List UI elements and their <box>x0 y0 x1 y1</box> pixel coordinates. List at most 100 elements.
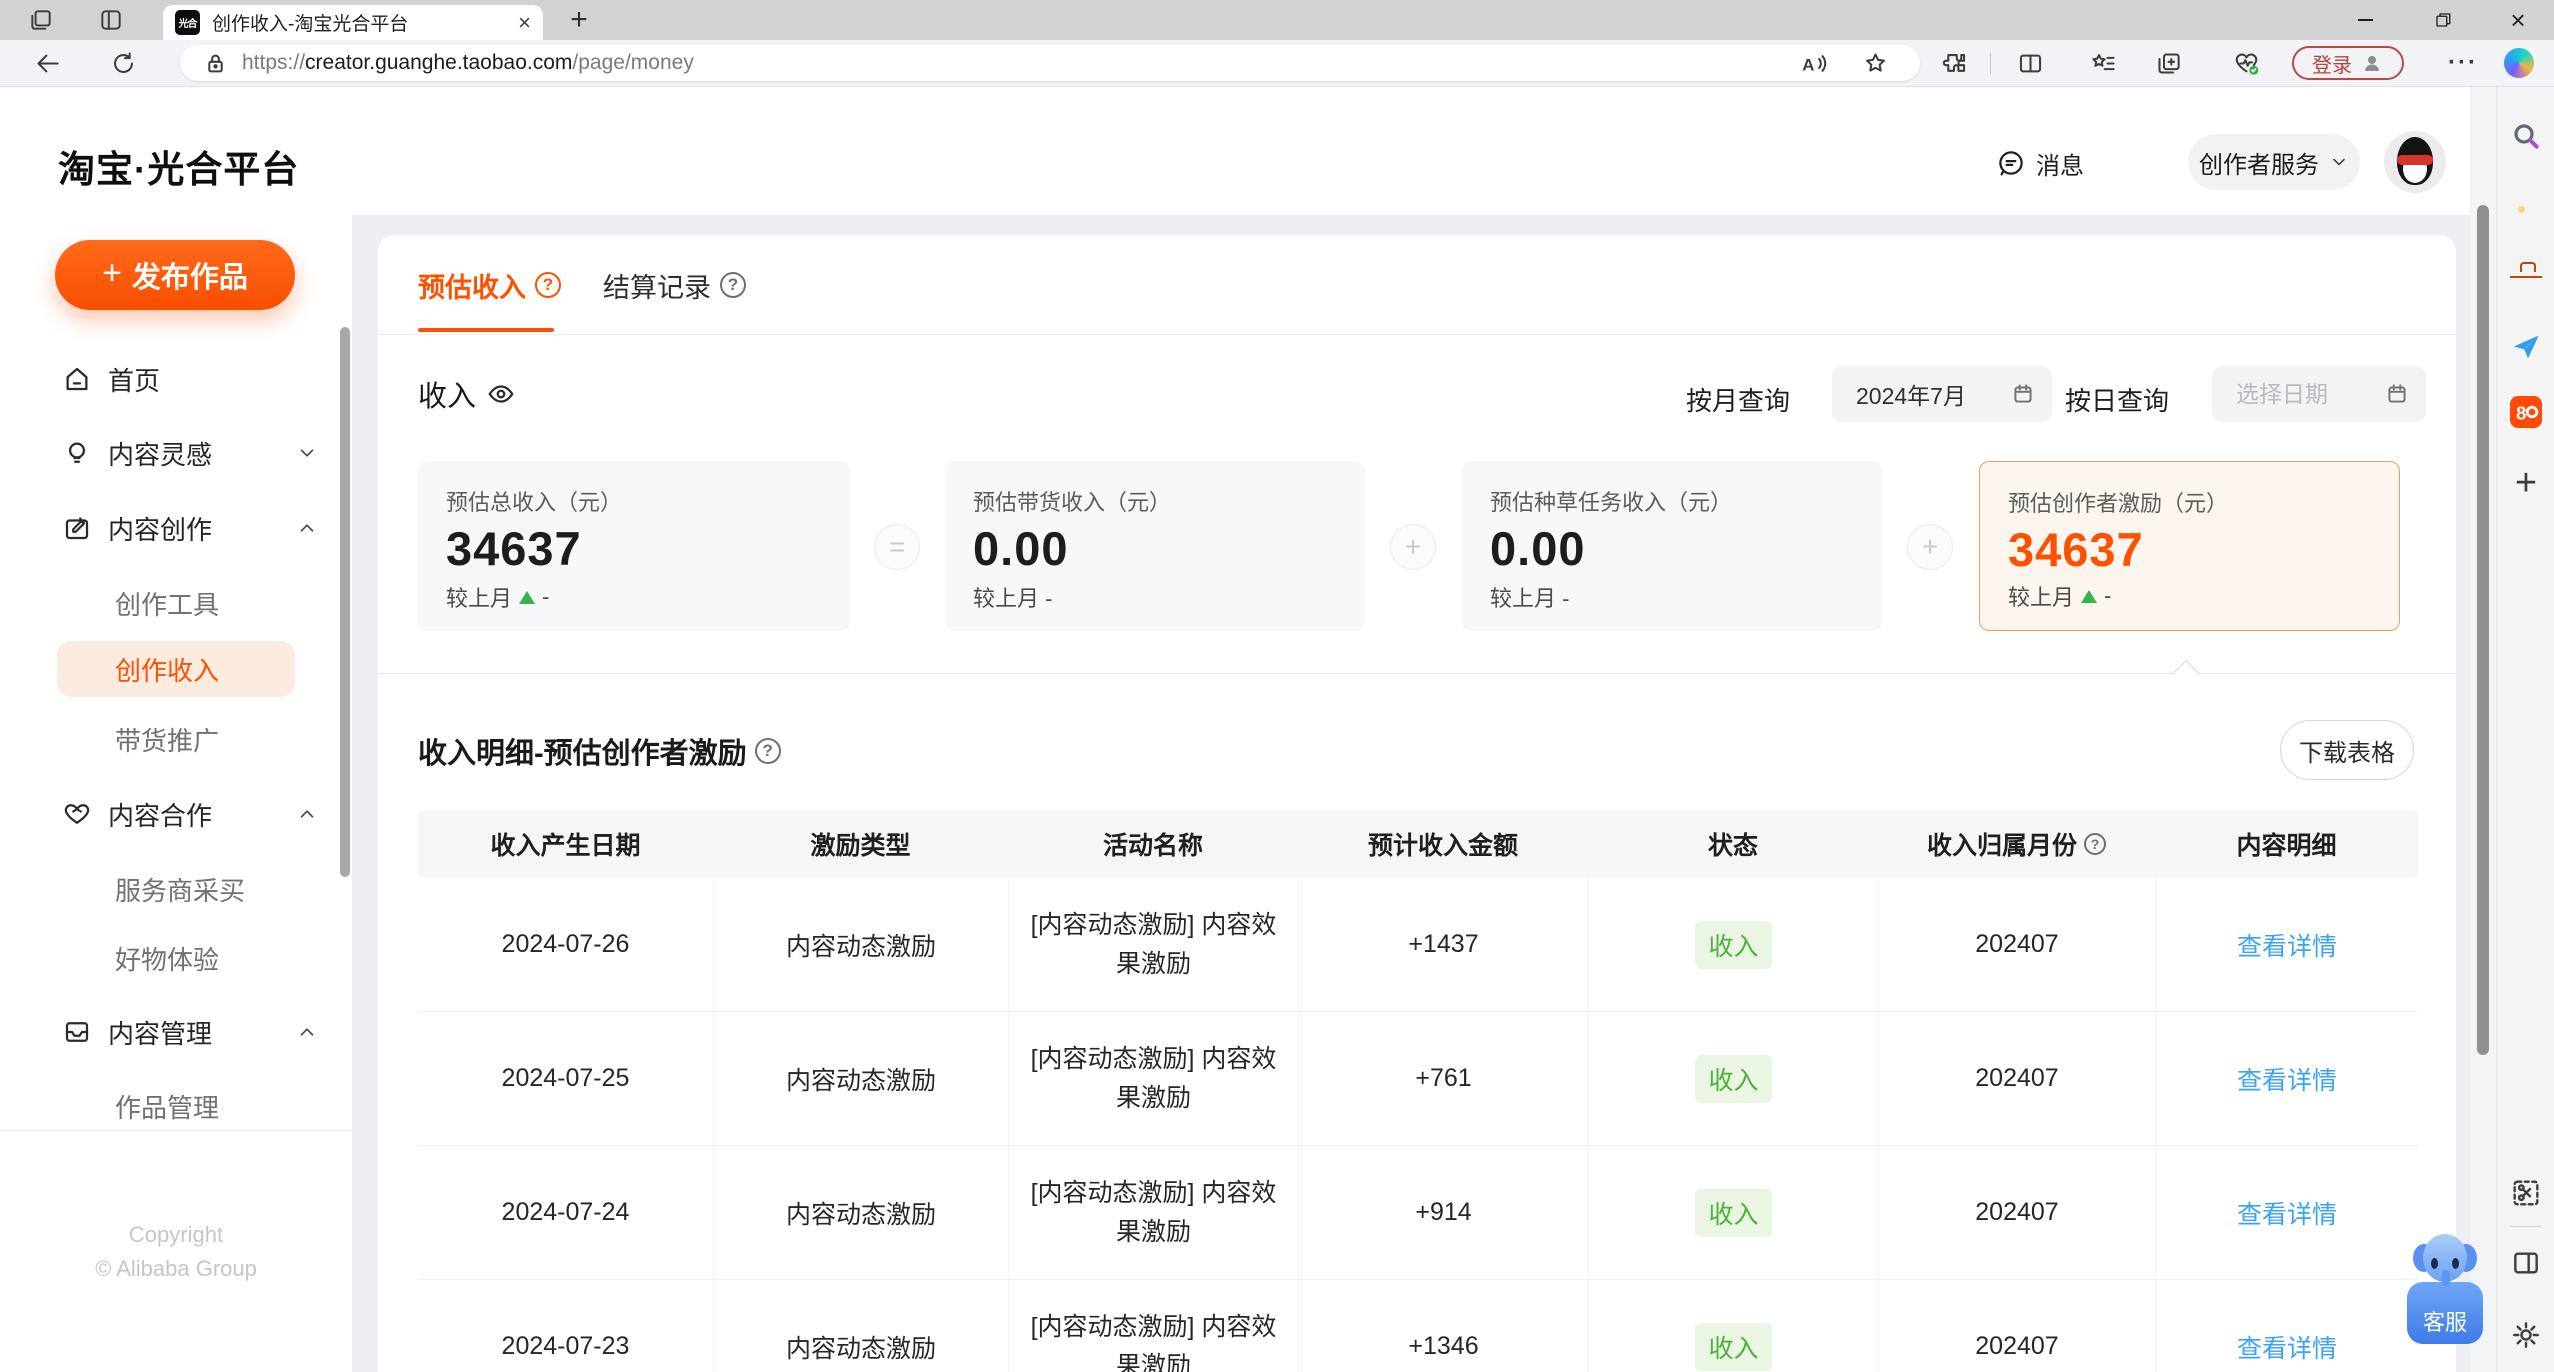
sidebar-item-creation-income[interactable]: 创作收入 <box>57 641 295 697</box>
plus-icon: + <box>102 254 122 292</box>
user-avatar[interactable] <box>2384 131 2446 193</box>
add-panel-icon[interactable]: + <box>2510 462 2542 504</box>
sidebar-toggle-icon[interactable] <box>2510 1247 2542 1279</box>
selected-card-caret <box>2171 659 2201 689</box>
new-tab-button[interactable]: + <box>560 2 598 38</box>
site-logo[interactable]: 淘宝·光合平台 <box>58 139 299 193</box>
shopping-icon[interactable] <box>2510 201 2542 233</box>
refresh-icon[interactable] <box>110 50 137 77</box>
cell-detail: 查看详情 <box>2155 878 2418 1011</box>
day-picker[interactable] <box>2212 366 2426 422</box>
address-bar[interactable]: https://creator.guanghe.taobao.com/page/… <box>180 45 1920 81</box>
main-content: 预估收入 结算记录 收入 按月查询 按日查询 <box>378 235 2456 1372</box>
copyright-line: © Alibaba Group <box>95 1256 257 1281</box>
customer-service-button[interactable]: 客服 <box>2404 1232 2486 1348</box>
workspaces-icon[interactable] <box>98 7 124 33</box>
view-details-link[interactable]: 查看详情 <box>2237 927 2337 963</box>
publish-work-button[interactable]: + 发布作品 <box>55 240 295 310</box>
collections-icon[interactable] <box>2155 50 2182 77</box>
download-table-button[interactable]: 下载表格 <box>2280 720 2414 780</box>
kuaishou-icon[interactable]: 8 <box>2510 396 2542 428</box>
status-badge: 收入 <box>1695 1054 1772 1103</box>
read-aloud-icon[interactable]: A <box>1800 50 1827 77</box>
sidebar-item-works-management[interactable]: 作品管理 <box>0 1084 352 1128</box>
split-screen-icon[interactable] <box>2017 50 2044 77</box>
window-restore-button[interactable] <box>2415 0 2471 40</box>
settings-more-icon[interactable] <box>2446 48 2480 78</box>
card-seeding-task-income[interactable]: 预估种草任务收入（元） 0.00 较上月 - <box>1462 461 1882 631</box>
sidebar-scrollbar[interactable] <box>340 327 350 877</box>
tab-estimated-income[interactable]: 预估收入 <box>418 263 561 307</box>
card-total-income[interactable]: 预估总收入（元） 34637 较上月 - <box>418 461 850 631</box>
tab-close-icon[interactable]: × <box>518 10 531 36</box>
tab-title: 创作收入-淘宝光合平台 <box>212 14 409 35</box>
extensions-icon[interactable] <box>1941 50 1968 77</box>
titlebar: 光合 创作收入-淘宝光合平台 × + × <box>0 0 2554 40</box>
cell-month: 202407 <box>1878 1012 2155 1145</box>
eye-icon[interactable] <box>486 379 516 409</box>
sidebar-item-home[interactable]: 首页 <box>0 357 352 401</box>
view-details-link[interactable]: 查看详情 <box>2237 1329 2337 1365</box>
sidebar-item-promotion[interactable]: 带货推广 <box>0 717 352 761</box>
cell-amount: +761 <box>1298 1012 1588 1145</box>
sidebar-item-product-trial[interactable]: 好物体验 <box>0 936 352 980</box>
mail-icon <box>62 1017 92 1047</box>
home-icon <box>62 364 92 394</box>
table-row: 2024-07-25 内容动态激励 [内容动态激励] 内容效果激励 +761 收… <box>418 1012 2418 1146</box>
cell-incentive-type: 内容动态激励 <box>713 1012 1008 1145</box>
login-button[interactable]: 登录 <box>2292 46 2404 80</box>
cell-status: 收入 <box>1588 1012 1878 1145</box>
card-creator-incentive[interactable]: 预估创作者激励（元） 34637 较上月 - <box>1979 461 2400 631</box>
help-icon[interactable] <box>535 272 561 298</box>
cell-incentive-type: 内容动态激励 <box>713 1280 1008 1372</box>
calendar-icon <box>2014 384 2032 403</box>
messages-button[interactable]: 消息 <box>1996 147 2084 180</box>
favorites-list-icon[interactable] <box>2090 50 2117 77</box>
cell-incentive-type: 内容动态激励 <box>713 1146 1008 1279</box>
site-favicon: 光合 <box>175 10 200 35</box>
sidebar-item-inspiration[interactable]: 内容灵感 <box>0 431 352 475</box>
view-details-link[interactable]: 查看详情 <box>2237 1195 2337 1231</box>
window-close-button[interactable]: × <box>2490 0 2546 40</box>
sidebar-item-content-management[interactable]: 内容管理 <box>0 1010 352 1054</box>
sidebar-item-creation-tools[interactable]: 创作工具 <box>0 581 352 625</box>
help-icon[interactable] <box>754 738 781 764</box>
status-badge: 收入 <box>1695 920 1772 969</box>
col-amount: 预计收入金额 <box>1367 832 1518 860</box>
window-minimize-button[interactable] <box>2337 0 2393 40</box>
view-details-link[interactable]: 查看详情 <box>2237 1061 2337 1097</box>
cell-month: 202407 <box>1878 878 2155 1011</box>
cell-month: 202407 <box>1878 1146 2155 1279</box>
status-badge: 收入 <box>1695 1322 1772 1371</box>
gear-icon[interactable] <box>2510 1319 2542 1351</box>
sidebar-item-service-purchase[interactable]: 服务商采买 <box>0 867 352 911</box>
copilot-icon[interactable] <box>2504 48 2534 78</box>
tab-settlement-records[interactable]: 结算记录 <box>603 263 746 307</box>
card-sales-income[interactable]: 预估带货收入（元） 0.00 较上月 - <box>945 461 1365 631</box>
chat-icon <box>1999 151 2023 176</box>
scrollbar-thumb[interactable] <box>2477 205 2489 1055</box>
sidebar-item-content-cooperation[interactable]: 内容合作 <box>0 792 352 836</box>
send-icon[interactable] <box>2510 331 2542 363</box>
chevron-down-icon <box>296 442 318 464</box>
lock-icon <box>202 50 229 77</box>
cell-status: 收入 <box>1588 878 1878 1011</box>
search-icon[interactable] <box>2510 120 2542 152</box>
screenshot-icon[interactable] <box>2510 1177 2542 1209</box>
help-icon[interactable] <box>720 272 746 298</box>
svg-text:8: 8 <box>2516 402 2526 423</box>
cell-month: 202407 <box>1878 1280 2155 1372</box>
sidebar-item-content-creation[interactable]: 内容创作 <box>0 506 352 550</box>
col-status: 状态 <box>1707 832 1758 860</box>
tools-icon[interactable] <box>2510 267 2542 299</box>
tab-actions-icon[interactable] <box>28 7 54 33</box>
month-picker[interactable] <box>1832 366 2052 422</box>
month-filter-label: 按月查询 <box>1686 386 1791 416</box>
browser-essentials-icon[interactable] <box>2233 50 2260 77</box>
favorite-star-icon[interactable] <box>1862 50 1889 77</box>
browser-tab[interactable]: 光合 创作收入-淘宝光合平台 × <box>163 5 543 40</box>
cell-amount: +1346 <box>1298 1280 1588 1372</box>
creator-service-menu[interactable]: 创作者服务 <box>2188 134 2360 190</box>
back-icon[interactable] <box>34 50 61 77</box>
help-icon[interactable] <box>2084 833 2106 855</box>
